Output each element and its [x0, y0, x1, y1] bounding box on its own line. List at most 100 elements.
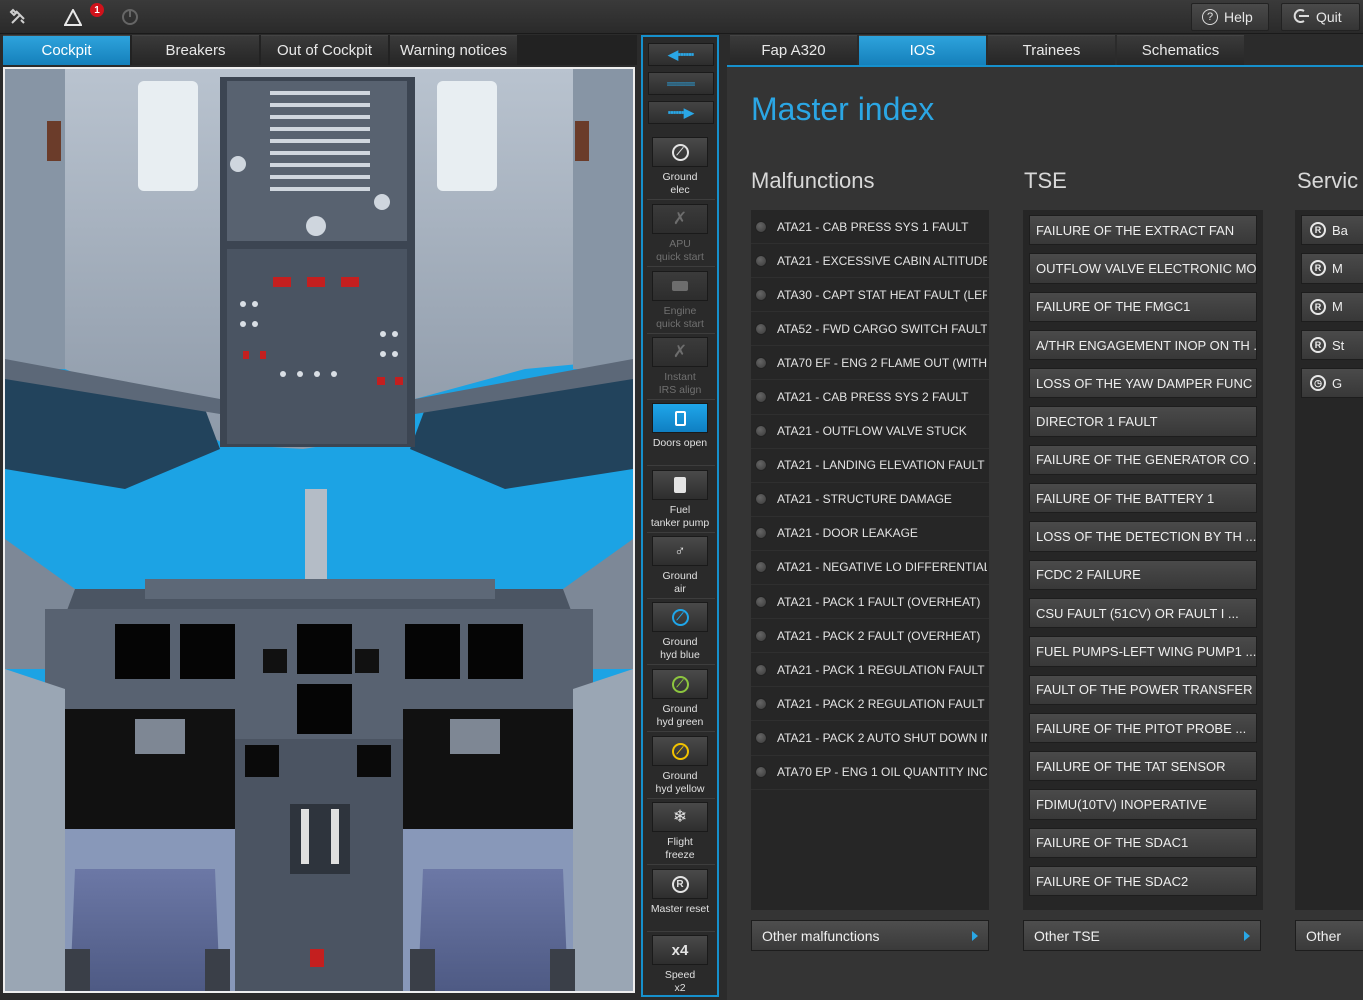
- collapse-left-button[interactable]: ◀┅┅: [648, 43, 714, 66]
- tool-master-reset-button[interactable]: R Master reset: [645, 867, 715, 929]
- tse-item-button[interactable]: OUTFLOW VALVE ELECTRONIC MO ...: [1029, 253, 1257, 284]
- malfunction-item[interactable]: ATA21 - PACK 1 FAULT (OVERHEAT): [751, 585, 989, 620]
- reset-icon: R: [1310, 298, 1326, 315]
- tse-item-button[interactable]: FAILURE OF THE GENERATOR CO ...: [1029, 444, 1257, 476]
- radio-indicator-icon[interactable]: [755, 731, 767, 744]
- cockpit-view[interactable]: [3, 67, 635, 993]
- other-tse-button[interactable]: Other TSE: [1023, 920, 1261, 951]
- service-label: St: [1332, 337, 1345, 353]
- tse-item-button[interactable]: FCDC 2 FAILURE: [1029, 559, 1257, 590]
- malfunction-item[interactable]: ATA21 - CAB PRESS SYS 1 FAULT: [751, 210, 989, 245]
- malfunction-label: ATA21 - DOOR LEAKAGE: [777, 526, 918, 541]
- tools-icon[interactable]: [7, 6, 29, 28]
- tab-warning-notices[interactable]: Warning notices: [390, 35, 517, 65]
- radio-indicator-icon[interactable]: [755, 220, 767, 233]
- malfunction-item[interactable]: ATA21 - CAB PRESS SYS 2 FAULT: [751, 380, 989, 415]
- help-button[interactable]: ? Help: [1191, 3, 1269, 31]
- radio-indicator-icon[interactable]: [755, 356, 767, 369]
- tse-item-button[interactable]: FAULT OF THE POWER TRANSFER ...: [1029, 674, 1257, 705]
- tse-list: FAILURE OF THE EXTRACT FAN OUTFLOW VALVE …: [1023, 210, 1263, 910]
- radio-indicator-icon[interactable]: [755, 459, 767, 472]
- other-services-button[interactable]: Other: [1295, 920, 1363, 951]
- malfunction-item[interactable]: ATA21 - DOOR LEAKAGE: [751, 517, 989, 551]
- tse-item-button[interactable]: FUEL PUMPS-LEFT WING PUMP1 ...: [1029, 636, 1257, 667]
- malfunction-item[interactable]: ATA21 - PACK 1 REGULATION FAULT: [751, 653, 989, 688]
- other-tse-label: Other TSE: [1034, 927, 1100, 944]
- malfunction-item[interactable]: ATA21 - LANDING ELEVATION FAULT: [751, 449, 989, 483]
- malfunction-item[interactable]: ATA21 - OUTFLOW VALVE STUCK: [751, 415, 989, 449]
- malfunction-item[interactable]: ATA21 - PACK 2 FAULT (OVERHEAT): [751, 619, 989, 654]
- tool-ground-elec-button[interactable]: ⟋ Ground elec: [645, 135, 715, 197]
- tse-item-button[interactable]: FAILURE OF THE SDAC2: [1029, 866, 1257, 897]
- tse-item-button[interactable]: FAILURE OF THE EXTRACT FAN: [1029, 215, 1257, 246]
- malfunction-item[interactable]: ATA21 - EXCESSIVE CABIN ALTITUDE: [751, 244, 989, 279]
- power-icon[interactable]: [119, 6, 141, 28]
- tab-trainees[interactable]: Trainees: [988, 35, 1115, 65]
- divider: [647, 731, 715, 732]
- collapse-right-button[interactable]: ┅┅▶: [648, 101, 714, 124]
- tse-item-button[interactable]: LOSS OF THE DETECTION BY TH ...: [1029, 521, 1257, 552]
- service-item-button[interactable]: RM: [1301, 291, 1363, 322]
- help-label: Help: [1224, 9, 1253, 25]
- tse-item-button[interactable]: FAILURE OF THE SDAC1: [1029, 827, 1257, 859]
- tool-label: Master reset: [650, 903, 710, 915]
- center-split-button[interactable]: ═══: [648, 72, 714, 95]
- radio-indicator-icon[interactable]: [755, 254, 767, 267]
- malfunction-item[interactable]: ATA21 - PACK 2 REGULATION FAULT: [751, 687, 989, 722]
- radio-indicator-icon[interactable]: [755, 527, 767, 540]
- radio-indicator-icon[interactable]: [755, 629, 767, 642]
- tse-item-button[interactable]: FAILURE OF THE TAT SENSOR: [1029, 751, 1257, 782]
- service-item-button[interactable]: R St: [1301, 329, 1363, 361]
- tool-ground-air-button[interactable]: ♂ Ground air: [645, 534, 715, 596]
- tool-flight-freeze-button[interactable]: ❄ Flight freeze: [645, 800, 715, 862]
- malfunction-item[interactable]: ATA21 - PACK 2 AUTO SHUT DOWN INC: [751, 721, 989, 756]
- top-bar: 1 ? Help Quit: [0, 0, 1363, 34]
- tse-item-button[interactable]: LOSS OF THE YAW DAMPER FUNC ...: [1029, 368, 1257, 399]
- radio-indicator-icon[interactable]: [755, 425, 767, 438]
- tab-out-of-cockpit[interactable]: Out of Cockpit: [261, 35, 388, 65]
- radio-indicator-icon[interactable]: [755, 766, 767, 779]
- tool-ground-hyd-yellow-button[interactable]: ⟋ Ground hyd yellow: [645, 734, 715, 796]
- other-malfunctions-button[interactable]: Other malfunctions: [751, 920, 989, 951]
- tool-ground-hyd-blue-button[interactable]: ⟋ Ground hyd blue: [645, 600, 715, 662]
- radio-indicator-icon[interactable]: [755, 697, 767, 710]
- tab-schematics[interactable]: Schematics: [1117, 35, 1244, 65]
- tab-ios[interactable]: IOS: [859, 35, 986, 65]
- tool-fuel-tanker-pump-button[interactable]: Fuel tanker pump: [645, 468, 715, 530]
- tse-item-button[interactable]: CSU FAULT (51CV) OR FAULT I ...: [1029, 597, 1257, 629]
- radio-indicator-icon[interactable]: [755, 663, 767, 676]
- radio-indicator-icon[interactable]: [755, 288, 767, 301]
- service-label: M: [1332, 260, 1343, 276]
- tab-fap-a320[interactable]: Fap A320: [730, 35, 857, 65]
- warning-icon[interactable]: [62, 6, 84, 28]
- tse-item-button[interactable]: FDIMU(10TV) INOPERATIVE: [1029, 789, 1257, 820]
- tool-speed-x2-button[interactable]: x4 Speed x2: [645, 933, 715, 995]
- malfunction-item[interactable]: ATA52 - FWD CARGO SWITCH FAULT: [751, 312, 989, 347]
- tool-doors-open-button[interactable]: Doors open: [645, 401, 715, 463]
- tse-item-button[interactable]: FAILURE OF THE BATTERY 1: [1029, 483, 1257, 514]
- tab-cockpit[interactable]: Cockpit: [3, 35, 130, 65]
- malfunction-item[interactable]: ATA30 - CAPT STAT HEAT FAULT (LEFT): [751, 278, 989, 313]
- malfunction-item[interactable]: ATA21 - NEGATIVE LO DIFFERENTIAL PR: [751, 551, 989, 586]
- tab-breakers[interactable]: Breakers: [132, 35, 259, 65]
- tse-item-button[interactable]: FAILURE OF THE FMGC1: [1029, 291, 1257, 322]
- radio-indicator-icon[interactable]: [755, 561, 767, 574]
- radio-indicator-icon[interactable]: [755, 595, 767, 608]
- tse-item-button[interactable]: DIRECTOR 1 FAULT: [1029, 406, 1257, 437]
- malfunction-item[interactable]: ATA21 - STRUCTURE DAMAGE: [751, 483, 989, 517]
- divider: [647, 266, 715, 267]
- quit-button[interactable]: Quit: [1281, 3, 1360, 31]
- radio-indicator-icon[interactable]: [755, 391, 767, 404]
- malfunction-item[interactable]: ATA70 EP - ENG 1 OIL QUANTITY INC/D: [751, 756, 989, 790]
- tse-item-button[interactable]: A/THR ENGAGEMENT INOP ON TH ...: [1029, 329, 1257, 361]
- other-malfunctions-label: Other malfunctions: [762, 927, 880, 944]
- tool-ground-hyd-green-button[interactable]: ⟋ Ground hyd green: [645, 667, 715, 729]
- tse-item-button[interactable]: FAILURE OF THE PITOT PROBE ...: [1029, 712, 1257, 744]
- malfunction-item[interactable]: ATA70 EF - ENG 2 FLAME OUT (WITH D: [751, 346, 989, 381]
- service-item-button[interactable]: RM: [1301, 253, 1363, 284]
- radio-indicator-icon[interactable]: [755, 322, 767, 335]
- radio-indicator-icon[interactable]: [755, 493, 767, 506]
- service-item-button[interactable]: R Ba: [1301, 215, 1363, 246]
- service-item-button[interactable]: ◷ G: [1301, 368, 1363, 399]
- divider: [647, 465, 715, 466]
